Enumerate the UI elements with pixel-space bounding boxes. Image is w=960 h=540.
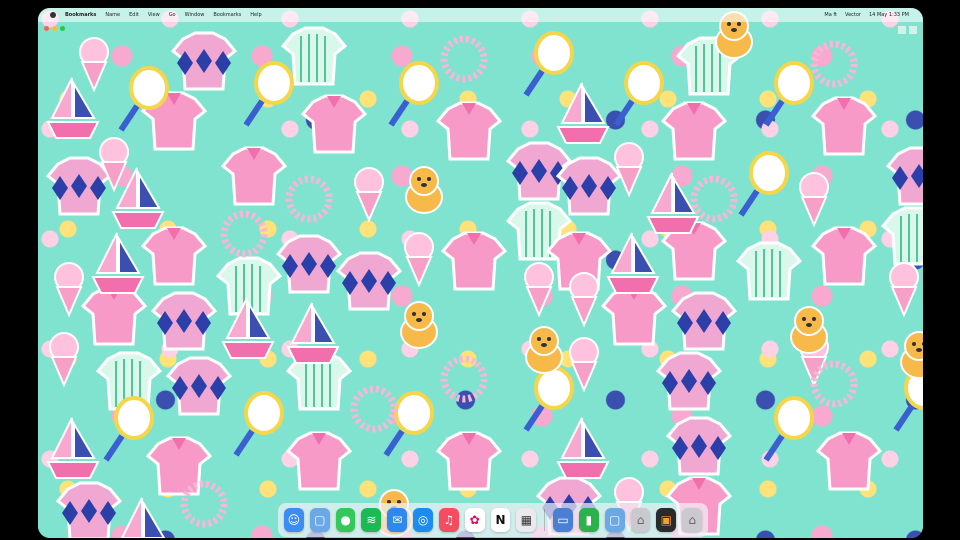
messages-icon[interactable]: ● — [335, 508, 356, 532]
window-fullscreen-icon[interactable] — [909, 26, 917, 34]
menu-item-edit[interactable]: Edit — [129, 12, 139, 18]
clock[interactable]: 14 May 1:33 PM — [869, 12, 909, 18]
menu-item-name[interactable]: Name — [105, 12, 120, 18]
apple-menu-icon[interactable] — [50, 12, 56, 18]
menu-app-name[interactable]: Bookmarks — [65, 12, 96, 18]
downloads-folder-icon[interactable]: ▢ — [604, 508, 625, 532]
frame-icon[interactable]: ▣ — [656, 508, 677, 532]
mail-icon[interactable]: ✉ — [387, 508, 408, 532]
finder-icon[interactable]: ☺ — [284, 508, 304, 532]
dock-separator — [544, 509, 546, 531]
zoom-button[interactable] — [60, 26, 65, 31]
numbers-icon[interactable]: ▮ — [578, 508, 599, 532]
dock: ☺ ▢ ● ≋ ✉ ◎ ♫ ✿ N ▦ ▭ ▮ ▢ ⌂ ▣ ⌂ — [278, 503, 708, 537]
notion-icon[interactable]: N — [490, 508, 511, 532]
calendar-icon[interactable]: ▦ — [516, 508, 537, 532]
trash-icon[interactable]: ⌂ — [630, 508, 651, 532]
close-button[interactable] — [44, 26, 49, 31]
status-item-1[interactable]: Ma ft — [824, 12, 837, 18]
preview-icon[interactable]: ▭ — [553, 508, 573, 532]
menu-item-help[interactable]: Help — [250, 12, 261, 18]
spotify-icon[interactable]: ≋ — [361, 508, 382, 532]
menu-bar: Bookmarks Name Edit View Go Window Bookm… — [38, 8, 923, 22]
menu-item-go[interactable]: Go — [169, 12, 176, 18]
menu-item-bookmarks[interactable]: Bookmarks — [213, 12, 241, 18]
folder-icon[interactable]: ▢ — [309, 508, 330, 532]
wallpaper-pattern — [46, 11, 923, 538]
window-right-controls — [898, 26, 917, 34]
safari-icon[interactable]: ◎ — [413, 508, 433, 532]
menu-item-view[interactable]: View — [148, 12, 160, 18]
desktop-screen: Bookmarks Name Edit View Go Window Bookm… — [38, 8, 923, 538]
trash-full-icon[interactable]: ⌂ — [682, 508, 703, 532]
music-icon[interactable]: ♫ — [438, 508, 459, 532]
photos-icon[interactable]: ✿ — [464, 508, 485, 532]
window-controls — [44, 26, 65, 31]
menu-item-window[interactable]: Window — [185, 12, 205, 18]
window-tile-icon[interactable] — [898, 26, 906, 34]
minimize-button[interactable] — [52, 26, 57, 31]
status-item-2[interactable]: Vector — [845, 12, 861, 18]
